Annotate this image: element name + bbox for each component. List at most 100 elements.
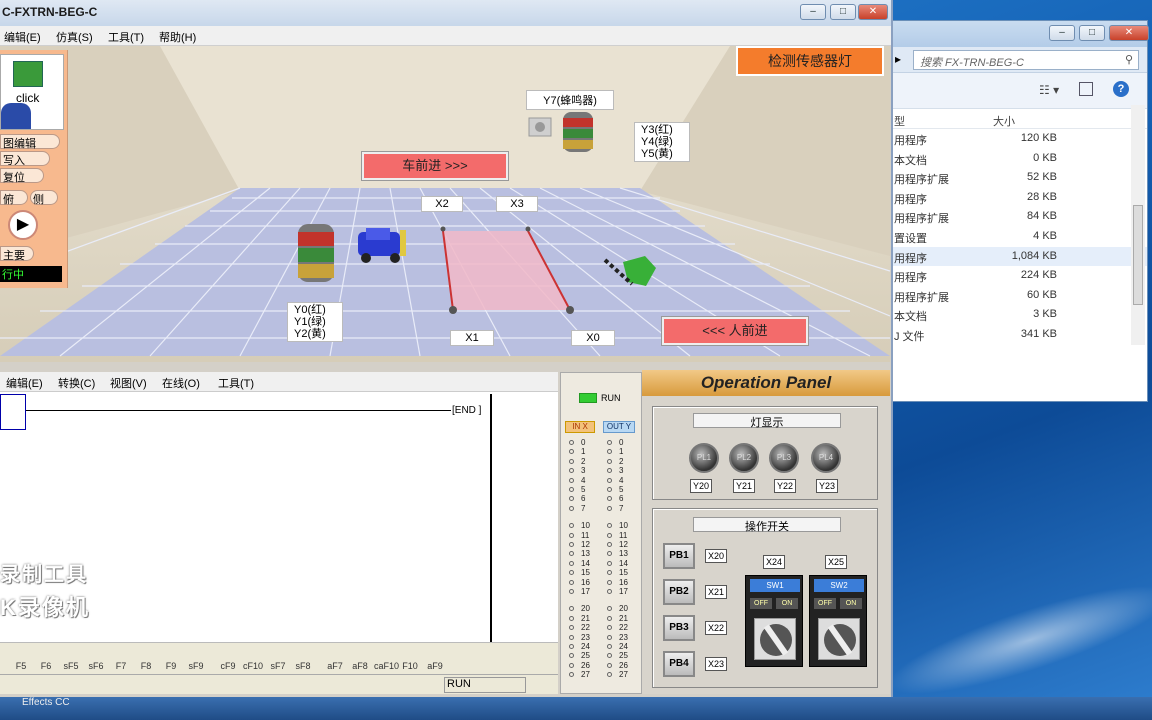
list-item[interactable]: 用程序 120 KB <box>891 129 1147 149</box>
io-number: 21 <box>581 613 590 623</box>
led-icon <box>607 615 612 621</box>
list-item[interactable]: 用程序扩展 60 KB <box>891 286 1147 306</box>
scroll-thumb[interactable] <box>1133 205 1143 305</box>
led-icon <box>607 468 612 474</box>
main-button[interactable]: 主要 <box>0 246 34 262</box>
search-icon[interactable]: ⚲ <box>1125 53 1133 66</box>
close-icon[interactable]: ✕ <box>1109 25 1149 41</box>
fkey-button[interactable]: sF7 <box>267 649 289 671</box>
list-item[interactable]: 用程序扩展 84 KB <box>891 207 1147 227</box>
list-item[interactable]: 本文档 0 KB <box>891 149 1147 169</box>
fkey-button[interactable]: cF9 <box>217 649 239 671</box>
output-indicator: 12 <box>607 540 628 549</box>
sw2-switch[interactable]: SW2 OFF ON <box>809 575 867 667</box>
sw1-knob[interactable] <box>754 618 796 660</box>
input-indicator: 5 <box>569 485 585 494</box>
ladder-menu-tools[interactable]: 工具(T) <box>218 375 254 391</box>
io-number: 23 <box>619 632 628 642</box>
maximize-icon[interactable]: □ <box>1079 25 1105 41</box>
pb1-button[interactable]: PB1 <box>663 543 695 569</box>
fkey-button[interactable]: sF9 <box>185 649 207 671</box>
list-item[interactable]: 置设置 4 KB <box>891 227 1147 247</box>
list-item[interactable]: 本文档 3 KB <box>891 305 1147 325</box>
close-icon[interactable]: ✕ <box>858 4 888 20</box>
ladder-menu-online[interactable]: 在线(O) <box>162 375 200 391</box>
preview-pane-icon[interactable] <box>1079 82 1093 96</box>
column-size[interactable]: 大小 <box>993 113 1015 129</box>
maximize-icon[interactable]: □ <box>830 4 856 20</box>
left-tower-labels: Y0(红) Y1(绿) Y2(黄) <box>287 302 343 342</box>
explorer-column-header: 型 大小 <box>891 109 1147 129</box>
led-icon <box>607 542 612 547</box>
led-icon <box>607 625 612 631</box>
file-type: 置设置 <box>894 232 927 245</box>
output-indicator: 16 <box>607 578 628 587</box>
explorer-scrollbar[interactable] <box>1131 105 1145 345</box>
output-indicator: 23 <box>607 633 628 642</box>
car-forward-button[interactable]: 车前进 >>> <box>361 151 509 181</box>
ladder-edit-button[interactable]: 图编辑 <box>0 134 60 150</box>
fkey-button[interactable]: sF5 <box>60 649 82 671</box>
ladder-menu-convert[interactable]: 转换(C) <box>58 375 95 391</box>
list-item[interactable]: 用程序 28 KB <box>891 188 1147 208</box>
sw1-switch[interactable]: SW1 OFF ON <box>745 575 803 667</box>
back-arrow-icon[interactable]: ▸ <box>895 52 901 66</box>
pb2-button[interactable]: PB2 <box>663 579 695 605</box>
file-type: 用程序扩展 <box>894 174 949 187</box>
fkey-button[interactable]: F6 <box>35 649 57 671</box>
ladder-menu-view[interactable]: 视图(V) <box>110 375 147 391</box>
minimize-icon[interactable]: – <box>1049 25 1075 41</box>
fkey-button[interactable]: aF7 <box>324 649 346 671</box>
help-icon[interactable]: ? <box>1113 81 1129 97</box>
sensor-light-button[interactable]: 检测传感器灯 <box>736 46 884 76</box>
pb4-button[interactable]: PB4 <box>663 651 695 677</box>
io-number: 7 <box>581 503 586 513</box>
fkey-button[interactable]: caF10 <box>374 649 399 671</box>
fkey-button[interactable]: cF10 <box>242 649 264 671</box>
led-icon <box>607 477 612 483</box>
column-type[interactable]: 型 <box>894 113 905 129</box>
fkey-button[interactable]: F7 <box>110 649 132 671</box>
top-view-button[interactable]: 俯 <box>0 190 28 206</box>
fkey-button[interactable]: sF8 <box>292 649 314 671</box>
list-item[interactable]: 用程序 1,084 KB <box>891 246 1147 267</box>
function-key-toolbar: F5 F6 sF5 sF6 F7 F8 F9 sF9 cF9 cF10 sF7 sF8 aF7 aF8 ca… <box>0 642 558 674</box>
taskbar-text: Effects CC <box>22 697 70 708</box>
label-y3: Y3(红) <box>641 124 673 136</box>
ladder-cursor[interactable] <box>0 394 26 430</box>
led-icon <box>569 579 574 585</box>
led-icon <box>607 606 612 612</box>
play-icon[interactable]: ▶ <box>8 210 38 240</box>
menu-edit[interactable]: 编辑(E) <box>4 29 41 45</box>
ladder-menu-edit[interactable]: 编辑(E) <box>6 375 43 391</box>
reset-button[interactable]: 复位 <box>0 168 44 184</box>
pb3-button[interactable]: PB3 <box>663 615 695 641</box>
led-icon <box>607 560 612 566</box>
fkey-button[interactable]: aF9 <box>424 649 446 671</box>
view-options-icon[interactable]: ☷ ▾ <box>1039 83 1059 97</box>
fkey-button[interactable]: F9 <box>160 649 182 671</box>
menu-help[interactable]: 帮助(H) <box>159 29 196 45</box>
file-type: 用程序 <box>894 252 927 265</box>
list-item[interactable]: J 文件 341 KB <box>891 325 1147 345</box>
fkey-button[interactable]: sF6 <box>85 649 107 671</box>
io-number: 22 <box>581 623 590 633</box>
menu-simulate[interactable]: 仿真(S) <box>56 29 93 45</box>
lights-group: 灯显示 PL1 PL2 PL3 PL4 Y20 Y21 Y22 Y23 <box>652 406 878 500</box>
output-indicator: 13 <box>607 549 628 558</box>
fkey-button[interactable]: aF8 <box>349 649 371 671</box>
io-number: 22 <box>619 623 628 633</box>
list-item[interactable]: 用程序扩展 52 KB <box>891 168 1147 188</box>
io-number: 23 <box>581 632 590 642</box>
fkey-button[interactable]: F10 <box>399 649 421 671</box>
menu-tools[interactable]: 工具(T) <box>108 29 144 45</box>
minimize-icon[interactable]: – <box>800 4 826 20</box>
fkey-button[interactable]: F8 <box>135 649 157 671</box>
side-view-button[interactable]: 侧 <box>30 190 58 206</box>
fkey-button[interactable]: F5 <box>10 649 32 671</box>
person-forward-button[interactable]: <<< 人前进 <box>661 316 809 346</box>
write-button[interactable]: 写入 <box>0 151 50 167</box>
sw2-knob[interactable] <box>818 618 860 660</box>
search-input[interactable]: 搜索 FX-TRN-BEG-C ⚲ <box>913 50 1139 70</box>
list-item[interactable]: 用程序 224 KB <box>891 266 1147 286</box>
